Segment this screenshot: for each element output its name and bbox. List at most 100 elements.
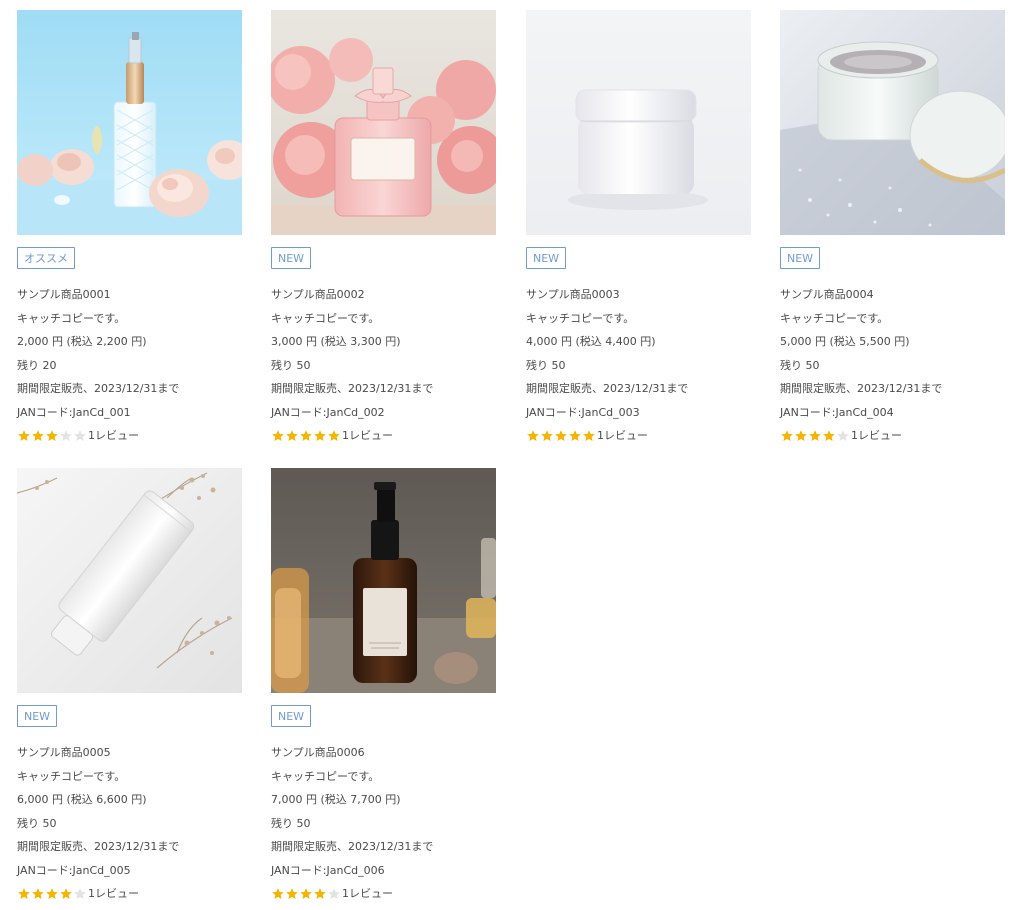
product-card: NEW サンプル商品0004 キャッチコピーです。 5,000 円 (税込 5,… <box>780 10 1005 447</box>
product-badge: NEW <box>271 247 312 269</box>
star-filled-icon <box>794 429 808 443</box>
product-image-white-jar[interactable] <box>526 10 751 235</box>
product-rating: 1レビュー <box>17 882 242 905</box>
review-count-link[interactable]: 1レビュー <box>88 424 139 448</box>
product-image-amber-bottle[interactable] <box>271 468 496 693</box>
star-filled-icon <box>568 429 582 443</box>
product-stock: 残り 50 <box>271 816 311 830</box>
rating-stars <box>271 429 341 443</box>
product-card: NEW サンプル商品0005 キャッチコピーです。 6,000 円 (税込 6,… <box>17 468 242 905</box>
product-jan-code: JANコード:JanCd_002 <box>271 405 385 419</box>
product-catch-copy: キャッチコピーです。 <box>17 769 126 783</box>
review-count-link[interactable]: 1レビュー <box>342 882 393 906</box>
review-count-link[interactable]: 1レビュー <box>342 424 393 448</box>
product-name[interactable]: サンプル商品0001 <box>17 283 242 307</box>
rating-stars <box>17 429 87 443</box>
star-filled-icon <box>822 429 836 443</box>
product-info: サンプル商品0001 キャッチコピーです。 2,000 円 (税込 2,200 … <box>17 283 242 447</box>
product-badge: オススメ <box>17 247 75 269</box>
product-rating: 1レビュー <box>526 424 751 447</box>
product-image-pink-perfume[interactable] <box>271 10 496 235</box>
star-filled-icon <box>31 429 45 443</box>
product-jan-code: JANコード:JanCd_005 <box>17 863 131 877</box>
star-filled-icon <box>313 429 327 443</box>
star-filled-icon <box>59 887 73 901</box>
product-stock: 残り 50 <box>526 358 566 372</box>
product-rating: 1レビュー <box>271 424 496 447</box>
product-stock: 残り 50 <box>271 358 311 372</box>
star-empty-icon <box>59 429 73 443</box>
product-price: 5,000 円 (税込 5,500 円) <box>780 335 910 348</box>
product-jan-code: JANコード:JanCd_004 <box>780 405 894 419</box>
product-name[interactable]: サンプル商品0003 <box>526 283 751 307</box>
rating-stars <box>17 887 87 901</box>
star-filled-icon <box>299 429 313 443</box>
product-limited-sale: 期間限定販売、2023/12/31まで <box>271 840 434 853</box>
rating-stars <box>271 887 341 901</box>
product-card: NEW サンプル商品0002 キャッチコピーです。 3,000 円 (税込 3,… <box>271 10 496 447</box>
product-badge: NEW <box>780 247 821 269</box>
star-empty-icon <box>327 887 341 901</box>
product-price: 6,000 円 (税込 6,600 円) <box>17 793 147 806</box>
product-price: 3,000 円 (税込 3,300 円) <box>271 335 401 348</box>
product-jan-code: JANコード:JanCd_001 <box>17 405 131 419</box>
star-filled-icon <box>327 429 341 443</box>
star-empty-icon <box>73 887 87 901</box>
product-price: 2,000 円 (税込 2,200 円) <box>17 335 147 348</box>
product-limited-sale: 期間限定販売、2023/12/31まで <box>17 840 180 853</box>
product-name[interactable]: サンプル商品0005 <box>17 741 242 765</box>
product-stock: 残り 20 <box>17 358 57 372</box>
star-filled-icon <box>285 429 299 443</box>
review-count-link[interactable]: 1レビュー <box>851 424 902 448</box>
star-filled-icon <box>271 887 285 901</box>
product-card: NEW サンプル商品0006 キャッチコピーです。 7,000 円 (税込 7,… <box>271 468 496 905</box>
star-filled-icon <box>45 429 59 443</box>
product-image-white-tube[interactable] <box>17 468 242 693</box>
review-count-link[interactable]: 1レビュー <box>88 882 139 906</box>
product-catch-copy: キャッチコピーです。 <box>271 311 380 325</box>
product-name[interactable]: サンプル商品0004 <box>780 283 1005 307</box>
star-filled-icon <box>31 887 45 901</box>
product-price: 4,000 円 (税込 4,400 円) <box>526 335 656 348</box>
product-info: サンプル商品0005 キャッチコピーです。 6,000 円 (税込 6,600 … <box>17 741 242 905</box>
product-catch-copy: キャッチコピーです。 <box>271 769 380 783</box>
product-catch-copy: キャッチコピーです。 <box>17 311 126 325</box>
star-filled-icon <box>780 429 794 443</box>
product-badge: NEW <box>17 705 58 727</box>
product-jan-code: JANコード:JanCd_003 <box>526 405 640 419</box>
product-badge: NEW <box>526 247 567 269</box>
product-image-perfume-spray[interactable] <box>17 10 242 235</box>
product-jan-code: JANコード:JanCd_006 <box>271 863 385 877</box>
product-card: NEW サンプル商品0003 キャッチコピーです。 4,000 円 (税込 4,… <box>526 10 751 447</box>
star-filled-icon <box>285 887 299 901</box>
product-grid: オススメ サンプル商品0001 キャッチコピーです。 2,000 円 (税込 2… <box>0 0 1024 910</box>
product-catch-copy: キャッチコピーです。 <box>780 311 889 325</box>
star-empty-icon <box>836 429 850 443</box>
product-name[interactable]: サンプル商品0002 <box>271 283 496 307</box>
star-filled-icon <box>540 429 554 443</box>
product-rating: 1レビュー <box>271 882 496 905</box>
star-filled-icon <box>313 887 327 901</box>
product-image-cream-jar[interactable] <box>780 10 1005 235</box>
product-badge: NEW <box>271 705 312 727</box>
star-filled-icon <box>808 429 822 443</box>
product-stock: 残り 50 <box>780 358 820 372</box>
star-filled-icon <box>271 429 285 443</box>
product-rating: 1レビュー <box>17 424 242 447</box>
product-name[interactable]: サンプル商品0006 <box>271 741 496 765</box>
product-limited-sale: 期間限定販売、2023/12/31まで <box>780 382 943 395</box>
star-filled-icon <box>17 887 31 901</box>
product-limited-sale: 期間限定販売、2023/12/31まで <box>526 382 689 395</box>
product-info: サンプル商品0004 キャッチコピーです。 5,000 円 (税込 5,500 … <box>780 283 1005 447</box>
star-filled-icon <box>526 429 540 443</box>
product-stock: 残り 50 <box>17 816 57 830</box>
star-empty-icon <box>73 429 87 443</box>
product-card: オススメ サンプル商品0001 キャッチコピーです。 2,000 円 (税込 2… <box>17 10 242 447</box>
product-catch-copy: キャッチコピーです。 <box>526 311 635 325</box>
product-info: サンプル商品0003 キャッチコピーです。 4,000 円 (税込 4,400 … <box>526 283 751 447</box>
star-filled-icon <box>554 429 568 443</box>
review-count-link[interactable]: 1レビュー <box>597 424 648 448</box>
product-rating: 1レビュー <box>780 424 1005 447</box>
rating-stars <box>780 429 850 443</box>
product-info: サンプル商品0006 キャッチコピーです。 7,000 円 (税込 7,700 … <box>271 741 496 905</box>
